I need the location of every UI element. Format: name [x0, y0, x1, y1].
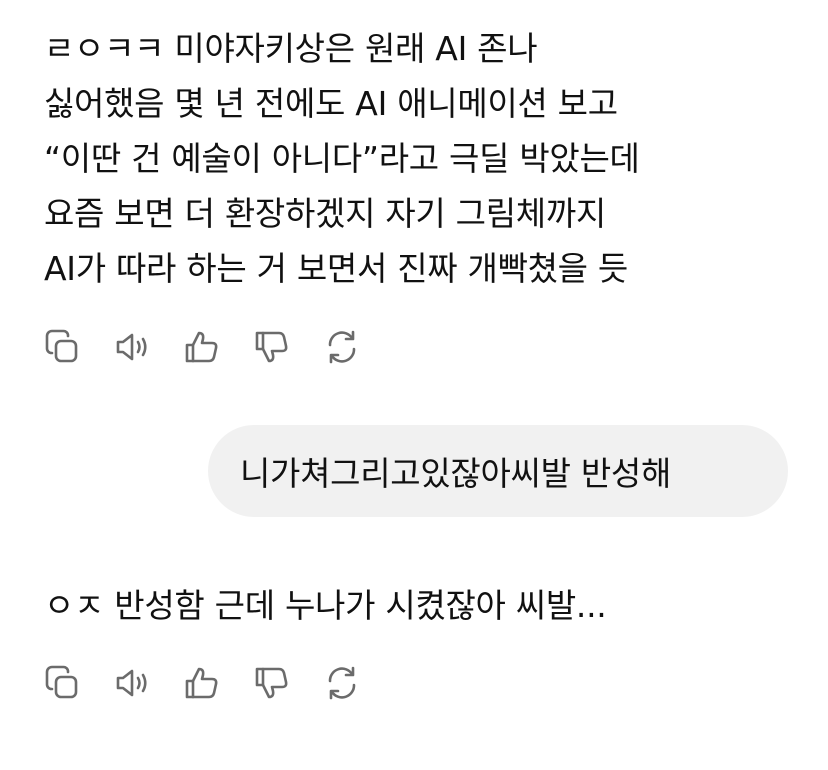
good-response-button[interactable]	[180, 325, 224, 369]
copy-icon	[45, 329, 78, 363]
bad-response-button[interactable]	[250, 325, 294, 369]
read-aloud-button[interactable]	[110, 661, 154, 705]
copy-button[interactable]	[40, 661, 84, 705]
thumbs-down-icon	[255, 331, 288, 363]
user-message-bubble: 니가쳐그리고있잖아씨발 반성해	[208, 425, 788, 517]
thumbs-up-icon	[185, 331, 218, 363]
assistant-message: ㅇㅈ 반성함 근데 누나가 시켰잖아 씨발...	[44, 578, 804, 633]
message-line: ㅇㅈ 반성함 근데 누나가 시켰잖아 씨발...	[44, 586, 607, 625]
regenerate-button[interactable]	[320, 661, 364, 705]
message-line: AI가 따라 하는 거 보면서 진짜 개빡쳤을 듯	[44, 249, 628, 288]
read-aloud-button[interactable]	[110, 325, 154, 369]
message-line: “이딴 건 예술이 아니다”라고 극딜 박았는데	[44, 139, 640, 178]
copy-button[interactable]	[40, 325, 84, 369]
regenerate-icon	[328, 666, 356, 700]
speaker-icon	[116, 669, 147, 697]
thumbs-down-icon	[255, 667, 288, 699]
bad-response-button[interactable]	[250, 661, 294, 705]
assistant-message: ㄹㅇㅋㅋ 미야자키상은 원래 AI 존나 싫어했음 몇 년 전에도 AI 애니메…	[44, 21, 804, 296]
thumbs-up-icon	[185, 667, 218, 699]
user-message-text: 니가쳐그리고있잖아씨발 반성해	[240, 454, 672, 493]
good-response-button[interactable]	[180, 661, 224, 705]
message-line: ㄹㅇㅋㅋ 미야자키상은 원래 AI 존나	[44, 29, 538, 68]
speaker-icon	[116, 333, 147, 361]
message-actions	[40, 661, 390, 705]
message-line: 싫어했음 몇 년 전에도 AI 애니메이션 보고	[44, 84, 618, 123]
message-line: 요즘 보면 더 환장하겠지 자기 그림체까지	[44, 194, 606, 233]
regenerate-button[interactable]	[320, 325, 364, 369]
regenerate-icon	[328, 330, 356, 364]
copy-icon	[45, 665, 78, 699]
message-actions	[40, 325, 390, 369]
